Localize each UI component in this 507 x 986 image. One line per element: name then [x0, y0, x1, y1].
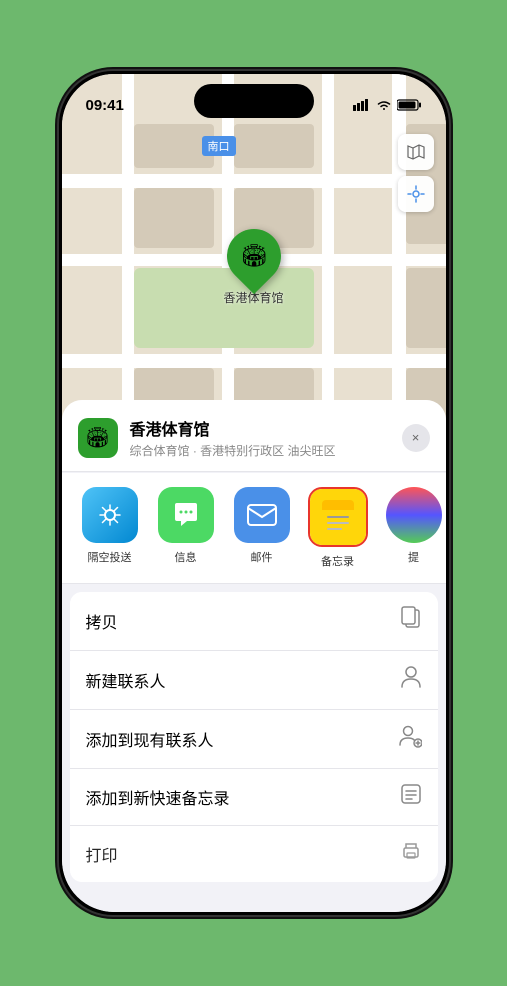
venue-name: 香港体育馆 — [130, 416, 390, 440]
action-quick-note-label: 添加到新快速备忘录 — [86, 785, 230, 809]
action-print-label: 打印 — [86, 842, 118, 866]
action-quick-note[interactable]: 添加到新快速备忘录 — [70, 769, 438, 826]
notes-label: 备忘录 — [321, 553, 354, 569]
sheet-header: 🏟 香港体育馆 综合体育馆 · 香港特别行政区 油尖旺区 × — [62, 400, 446, 472]
action-copy-label: 拷贝 — [86, 609, 118, 633]
airdrop-label: 隔空投送 — [88, 549, 132, 565]
notes-selected-wrapper — [308, 487, 368, 547]
status-time: 09:41 — [86, 97, 124, 114]
action-add-existing[interactable]: 添加到现有联系人 — [70, 710, 438, 769]
north-label: 南口 — [202, 136, 236, 156]
action-new-contact[interactable]: 新建联系人 — [70, 651, 438, 710]
share-item-notes[interactable]: 备忘录 — [306, 487, 370, 569]
copy-icon — [400, 606, 422, 636]
location-button[interactable] — [398, 176, 434, 212]
wifi-icon — [376, 99, 392, 111]
person-icon — [400, 665, 422, 695]
person-add-icon — [398, 724, 422, 754]
share-item-mail[interactable]: 邮件 — [230, 487, 294, 569]
share-item-message[interactable]: 信息 — [154, 487, 218, 569]
notes-icon-wrap — [310, 489, 366, 545]
action-add-existing-label: 添加到现有联系人 — [86, 727, 214, 751]
pin-icon: 🏟 — [240, 243, 268, 269]
message-label: 信息 — [175, 549, 197, 565]
share-row: 隔空投送 信息 — [62, 473, 446, 584]
venue-info: 香港体育馆 综合体育馆 · 香港特别行政区 油尖旺区 — [130, 416, 390, 459]
battery-icon — [397, 99, 422, 111]
location-pin: 🏟 香港体育馆 — [223, 229, 283, 306]
signal-icon — [353, 99, 371, 111]
print-icon — [400, 840, 422, 868]
map-controls — [398, 134, 434, 212]
mail-icon-wrap — [234, 487, 290, 543]
message-icon-wrap — [158, 487, 214, 543]
more-icon-wrap — [386, 487, 442, 543]
share-item-more[interactable]: 提 — [382, 487, 446, 569]
action-new-contact-label: 新建联系人 — [86, 668, 166, 692]
note-icon — [400, 783, 422, 811]
venue-icon: 🏟 — [78, 418, 118, 458]
map-type-button[interactable] — [398, 134, 434, 170]
more-label: 提 — [408, 549, 419, 565]
share-item-airdrop[interactable]: 隔空投送 — [78, 487, 142, 569]
action-print[interactable]: 打印 — [70, 826, 438, 882]
action-copy[interactable]: 拷贝 — [70, 592, 438, 651]
bottom-sheet: 🏟 香港体育馆 综合体育馆 · 香港特别行政区 油尖旺区 × — [62, 400, 446, 912]
mail-label: 邮件 — [251, 549, 273, 565]
venue-desc: 综合体育馆 · 香港特别行政区 油尖旺区 — [130, 442, 390, 459]
airdrop-icon-wrap — [82, 487, 138, 543]
close-button[interactable]: × — [402, 424, 430, 452]
dynamic-island — [194, 84, 314, 118]
status-icons — [353, 99, 422, 111]
action-list: 拷贝 新建联系人 — [70, 592, 438, 882]
